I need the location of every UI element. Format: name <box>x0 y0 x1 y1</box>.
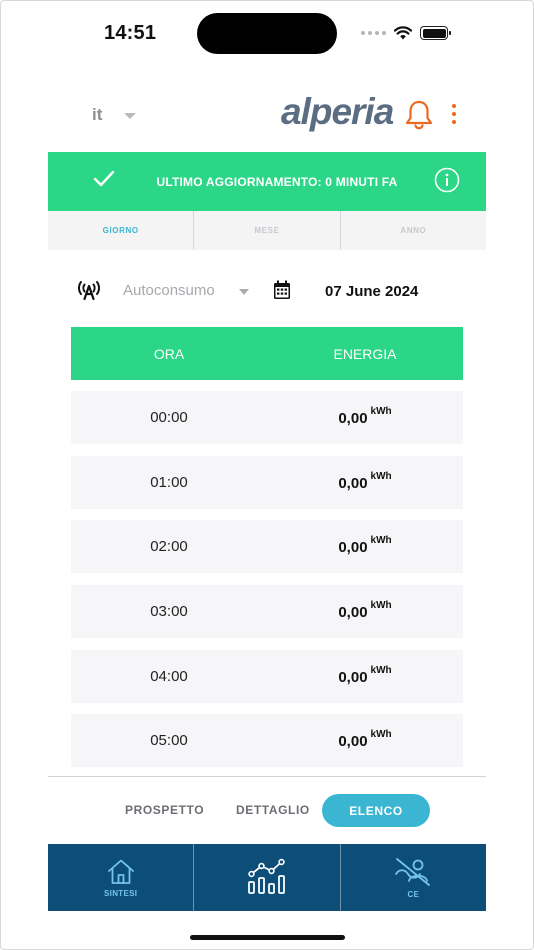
language-selector[interactable]: it <box>92 105 102 125</box>
energy-unit: kWh <box>370 405 392 417</box>
view-tab-prospetto[interactable]: PROSPETTO <box>125 803 204 817</box>
info-icon[interactable] <box>434 167 460 193</box>
tab-anno[interactable]: ANNO <box>341 211 486 250</box>
energy-value: 0,00 <box>338 474 368 492</box>
row-hour: 05:00 <box>150 732 188 749</box>
status-time: 14:51 <box>104 22 157 44</box>
divider <box>48 776 486 777</box>
row-energy: 0,00 kWh <box>267 599 463 621</box>
energy-value: 0,00 <box>338 732 368 750</box>
dynamic-island <box>197 13 337 54</box>
row-hour: 00:00 <box>150 409 188 426</box>
nav-item-ce[interactable]: CE <box>341 844 486 911</box>
row-hour: 01:00 <box>150 474 188 491</box>
row-energy: 0,00 kWh <box>267 470 463 492</box>
tab-mese[interactable]: MESE <box>194 211 341 250</box>
row-energy: 0,00 kWh <box>267 534 463 556</box>
alperia-logo: alperia <box>281 91 394 132</box>
home-indicator[interactable] <box>190 935 345 940</box>
view-tab-elenco[interactable]: ELENCO <box>322 794 430 827</box>
row-energy: 0,00 kWh <box>267 664 463 686</box>
row-hour: 04:00 <box>150 668 188 685</box>
update-status-text: ULTIMO AGGIORNAMENTO: 0 MINUTI FA <box>156 175 398 189</box>
column-header-ora: ORA <box>153 345 185 362</box>
nav-label-sintesi: SINTESI <box>104 888 138 898</box>
tab-giorno[interactable]: GIORNO <box>48 211 195 250</box>
energy-unit: kWh <box>370 664 392 676</box>
mode-caret-icon[interactable] <box>239 289 249 295</box>
notifications-bell-icon[interactable] <box>404 99 434 131</box>
energy-unit: kWh <box>370 470 392 482</box>
energy-value: 0,00 <box>338 409 368 427</box>
table-row: 00:00 0,00 kWh <box>71 391 463 444</box>
antenna-icon <box>78 281 100 301</box>
language-caret-icon[interactable] <box>124 113 136 119</box>
column-header-energia: ENERGIA <box>333 345 397 362</box>
row-hour: 03:00 <box>150 603 188 620</box>
update-banner: ULTIMO AGGIORNAMENTO: 0 MINUTI FA <box>48 152 486 211</box>
energy-value: 0,00 <box>338 603 368 621</box>
energy-unit: kWh <box>370 534 392 546</box>
table-row: 05:00 0,00 kWh <box>71 714 463 767</box>
nav-item-chart[interactable] <box>194 844 341 911</box>
energy-unit: kWh <box>370 599 392 611</box>
row-hour: 02:00 <box>150 538 188 555</box>
home-icon <box>107 859 134 884</box>
energy-unit: kWh <box>370 728 392 740</box>
chart-icon <box>248 858 285 894</box>
period-tabs: GIORNO MESE ANNO <box>48 211 486 250</box>
battery-icon <box>420 26 451 40</box>
energy-value: 0,00 <box>338 668 368 686</box>
bottom-nav: SINTESI CE <box>48 844 486 911</box>
calendar-icon[interactable] <box>273 280 291 300</box>
table-row: 04:00 0,00 kWh <box>71 650 463 703</box>
view-tab-dettaglio[interactable]: DETTAGLIO <box>236 803 310 817</box>
table-row: 03:00 0,00 kWh <box>71 585 463 638</box>
nav-label-ce: CE <box>407 889 420 899</box>
more-menu-icon[interactable] <box>452 104 456 124</box>
date-picker[interactable]: 07 June 2024 <box>325 283 418 300</box>
table-row: 01:00 0,00 kWh <box>71 456 463 509</box>
signal-icon <box>361 31 386 35</box>
community-energy-icon <box>395 857 431 886</box>
nav-item-sintesi[interactable]: SINTESI <box>48 844 195 911</box>
table-header: ORA ENERGIA <box>71 327 463 380</box>
row-energy: 0,00 kWh <box>267 728 463 750</box>
mode-select[interactable]: Autoconsumo <box>123 282 215 299</box>
table-row: 02:00 0,00 kWh <box>71 520 463 573</box>
status-icons <box>361 25 451 41</box>
energy-value: 0,00 <box>338 538 368 556</box>
row-energy: 0,00 kWh <box>267 405 463 427</box>
wifi-icon <box>394 26 412 40</box>
